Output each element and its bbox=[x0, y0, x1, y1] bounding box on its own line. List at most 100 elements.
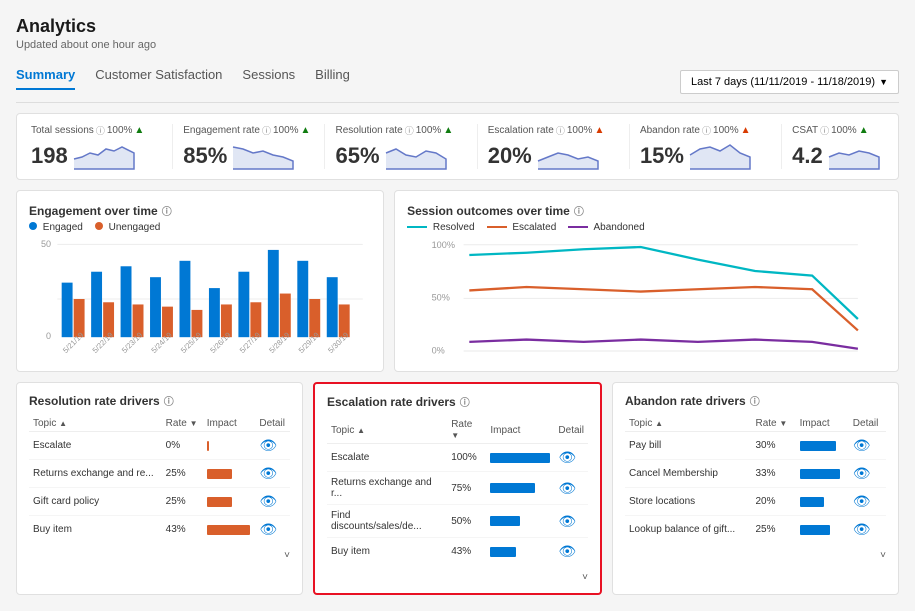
col-topic-abandon[interactable]: Topic ▲ bbox=[625, 416, 752, 432]
sparkline-resolution bbox=[386, 139, 446, 169]
pct-escalation: 100% bbox=[567, 125, 593, 136]
engagement-chart-card: Engagement over time ⓘ Engaged Unengaged… bbox=[16, 190, 384, 372]
value-csat: 4.2 bbox=[792, 143, 823, 169]
col-topic-escalation[interactable]: Topic ▲ bbox=[327, 417, 447, 444]
legend-resolved: Resolved bbox=[433, 222, 475, 233]
abandon-drivers-card: Abandon rate drivers ⓘ Topic ▲ Rate ▼ Im… bbox=[612, 382, 899, 595]
col-detail-resolution: Detail bbox=[255, 416, 290, 432]
detail-link[interactable]: 👁 bbox=[853, 465, 871, 481]
info-icon-engagement: ⓘ bbox=[262, 124, 271, 137]
abandon-rate-label: Abandon rate bbox=[640, 125, 700, 136]
table-row: Store locations 20% 👁 bbox=[625, 488, 886, 516]
pct-engagement: 100% bbox=[273, 125, 299, 136]
info-icon-escalation-drivers: ⓘ bbox=[460, 394, 470, 409]
detail-link[interactable]: 👁 bbox=[853, 521, 871, 537]
value-engagement: 85% bbox=[183, 143, 227, 169]
tab-billing[interactable]: Billing bbox=[315, 61, 350, 90]
col-rate-abandon[interactable]: Rate ▼ bbox=[752, 416, 796, 432]
session-outcomes-title: Session outcomes over time ⓘ bbox=[407, 203, 886, 218]
table-row: Pay bill 30% 👁 bbox=[625, 432, 886, 460]
col-topic-resolution[interactable]: Topic ▲ bbox=[29, 416, 162, 432]
col-rate-escalation[interactable]: Rate ▼ bbox=[447, 417, 486, 444]
col-impact-escalation: Impact bbox=[486, 417, 554, 444]
table-row: Escalate 100% 👁 bbox=[327, 444, 588, 472]
escalation-drivers-table: Topic ▲ Rate ▼ Impact Detail Escalate 10… bbox=[327, 417, 588, 565]
page-subtitle: Updated about one hour ago bbox=[16, 39, 899, 51]
escalation-rate-label: Escalation rate bbox=[488, 125, 554, 136]
legend-engaged: Engaged bbox=[43, 222, 83, 233]
detail-link[interactable]: 👁 bbox=[558, 480, 576, 496]
table-row: Find discounts/sales/de... 50% 👁 bbox=[327, 505, 588, 538]
table-row: Lookup balance of gift... 25% 👁 bbox=[625, 516, 886, 544]
resolution-rate-label: Resolution rate bbox=[335, 125, 402, 136]
escalation-drivers-title: Escalation rate drivers bbox=[327, 395, 456, 409]
value-resolution: 65% bbox=[335, 143, 379, 169]
detail-link[interactable]: 👁 bbox=[259, 437, 277, 453]
session-outcomes-chart-card: Session outcomes over time ⓘ Resolved Es… bbox=[394, 190, 899, 372]
tab-summary[interactable]: Summary bbox=[16, 61, 75, 90]
sparkline-abandon bbox=[690, 139, 750, 169]
info-icon-abandon: ⓘ bbox=[702, 124, 711, 137]
detail-link[interactable]: 👁 bbox=[558, 449, 576, 465]
info-icon-abandon-drivers: ⓘ bbox=[750, 393, 760, 408]
trend-resolution: ▲ bbox=[443, 125, 453, 136]
scroll-down-icon[interactable]: ˅ bbox=[880, 550, 886, 561]
scroll-down-icon[interactable]: ˅ bbox=[284, 550, 290, 561]
pct-sessions: 100% bbox=[107, 125, 133, 136]
trend-sessions: ▲ bbox=[134, 125, 144, 136]
tab-sessions[interactable]: Sessions bbox=[242, 61, 295, 90]
abandon-drivers-table: Topic ▲ Rate ▼ Impact Detail Pay bill 30… bbox=[625, 416, 886, 543]
col-detail-abandon: Detail bbox=[849, 416, 886, 432]
date-range-label: Last 7 days (11/11/2019 - 11/18/2019) bbox=[691, 76, 875, 88]
trend-escalation: ▲ bbox=[594, 125, 604, 136]
kpi-escalation-rate: Escalation rate ⓘ 100% ▲ 20% bbox=[478, 124, 630, 169]
info-icon-sessions: ⓘ bbox=[96, 124, 105, 137]
trend-abandon: ▲ bbox=[741, 125, 751, 136]
value-sessions: 198 bbox=[31, 143, 68, 169]
kpi-csat: CSAT ⓘ 100% ▲ 4.2 bbox=[782, 124, 884, 169]
col-detail-escalation: Detail bbox=[554, 417, 588, 444]
engagement-chart-title: Engagement over time ⓘ bbox=[29, 203, 371, 218]
detail-link[interactable]: 👁 bbox=[558, 543, 576, 559]
info-icon-escalation: ⓘ bbox=[556, 124, 565, 137]
table-row: Buy item 43% 👁 bbox=[29, 516, 290, 544]
value-escalation: 20% bbox=[488, 143, 532, 169]
sparkline-csat bbox=[829, 139, 879, 169]
detail-link[interactable]: 👁 bbox=[259, 493, 277, 509]
svg-text:0%: 0% bbox=[432, 345, 445, 355]
col-impact-abandon: Impact bbox=[796, 416, 849, 432]
value-abandon: 15% bbox=[640, 143, 684, 169]
pct-abandon: 100% bbox=[713, 125, 739, 136]
table-row: Returns exchange and r... 75% 👁 bbox=[327, 472, 588, 505]
detail-link[interactable]: 👁 bbox=[259, 465, 277, 481]
sparkline-escalation bbox=[538, 139, 598, 169]
detail-link[interactable]: 👁 bbox=[853, 493, 871, 509]
pct-resolution: 100% bbox=[416, 125, 442, 136]
csat-label: CSAT bbox=[792, 125, 818, 136]
detail-link[interactable]: 👁 bbox=[259, 521, 277, 537]
sparkline-sessions bbox=[74, 139, 134, 169]
info-icon-session-outcomes: ⓘ bbox=[574, 203, 584, 218]
tab-customer-satisfaction[interactable]: Customer Satisfaction bbox=[95, 61, 222, 90]
table-row: Returns exchange and re... 25% 👁 bbox=[29, 460, 290, 488]
detail-link[interactable]: 👁 bbox=[853, 437, 871, 453]
col-impact-resolution: Impact bbox=[203, 416, 256, 432]
kpi-engagement-rate: Engagement rate ⓘ 100% ▲ 85% bbox=[173, 124, 325, 169]
sparkline-engagement bbox=[233, 139, 293, 169]
page-title: Analytics bbox=[16, 16, 899, 37]
trend-engagement: ▲ bbox=[301, 125, 311, 136]
abandon-drivers-title: Abandon rate drivers bbox=[625, 394, 746, 408]
detail-link[interactable]: 👁 bbox=[558, 513, 576, 529]
total-sessions-label: Total sessions bbox=[31, 125, 94, 136]
svg-text:50%: 50% bbox=[432, 293, 450, 303]
info-icon-engagement-chart: ⓘ bbox=[162, 203, 172, 218]
legend-abandoned: Abandoned bbox=[594, 222, 645, 233]
col-rate-resolution[interactable]: Rate ▼ bbox=[162, 416, 203, 432]
info-icon-resolution: ⓘ bbox=[405, 124, 414, 137]
scroll-down-icon[interactable]: ˅ bbox=[582, 572, 588, 583]
kpi-row: Total sessions ⓘ 100% ▲ 198 Engagement r… bbox=[16, 113, 899, 180]
table-row: Escalate 0% 👁 bbox=[29, 432, 290, 460]
escalation-drivers-card: Escalation rate drivers ⓘ Topic ▲ Rate ▼… bbox=[313, 382, 602, 595]
date-range-button[interactable]: Last 7 days (11/11/2019 - 11/18/2019) ▼ bbox=[680, 70, 899, 94]
kpi-total-sessions: Total sessions ⓘ 100% ▲ 198 bbox=[31, 124, 173, 169]
